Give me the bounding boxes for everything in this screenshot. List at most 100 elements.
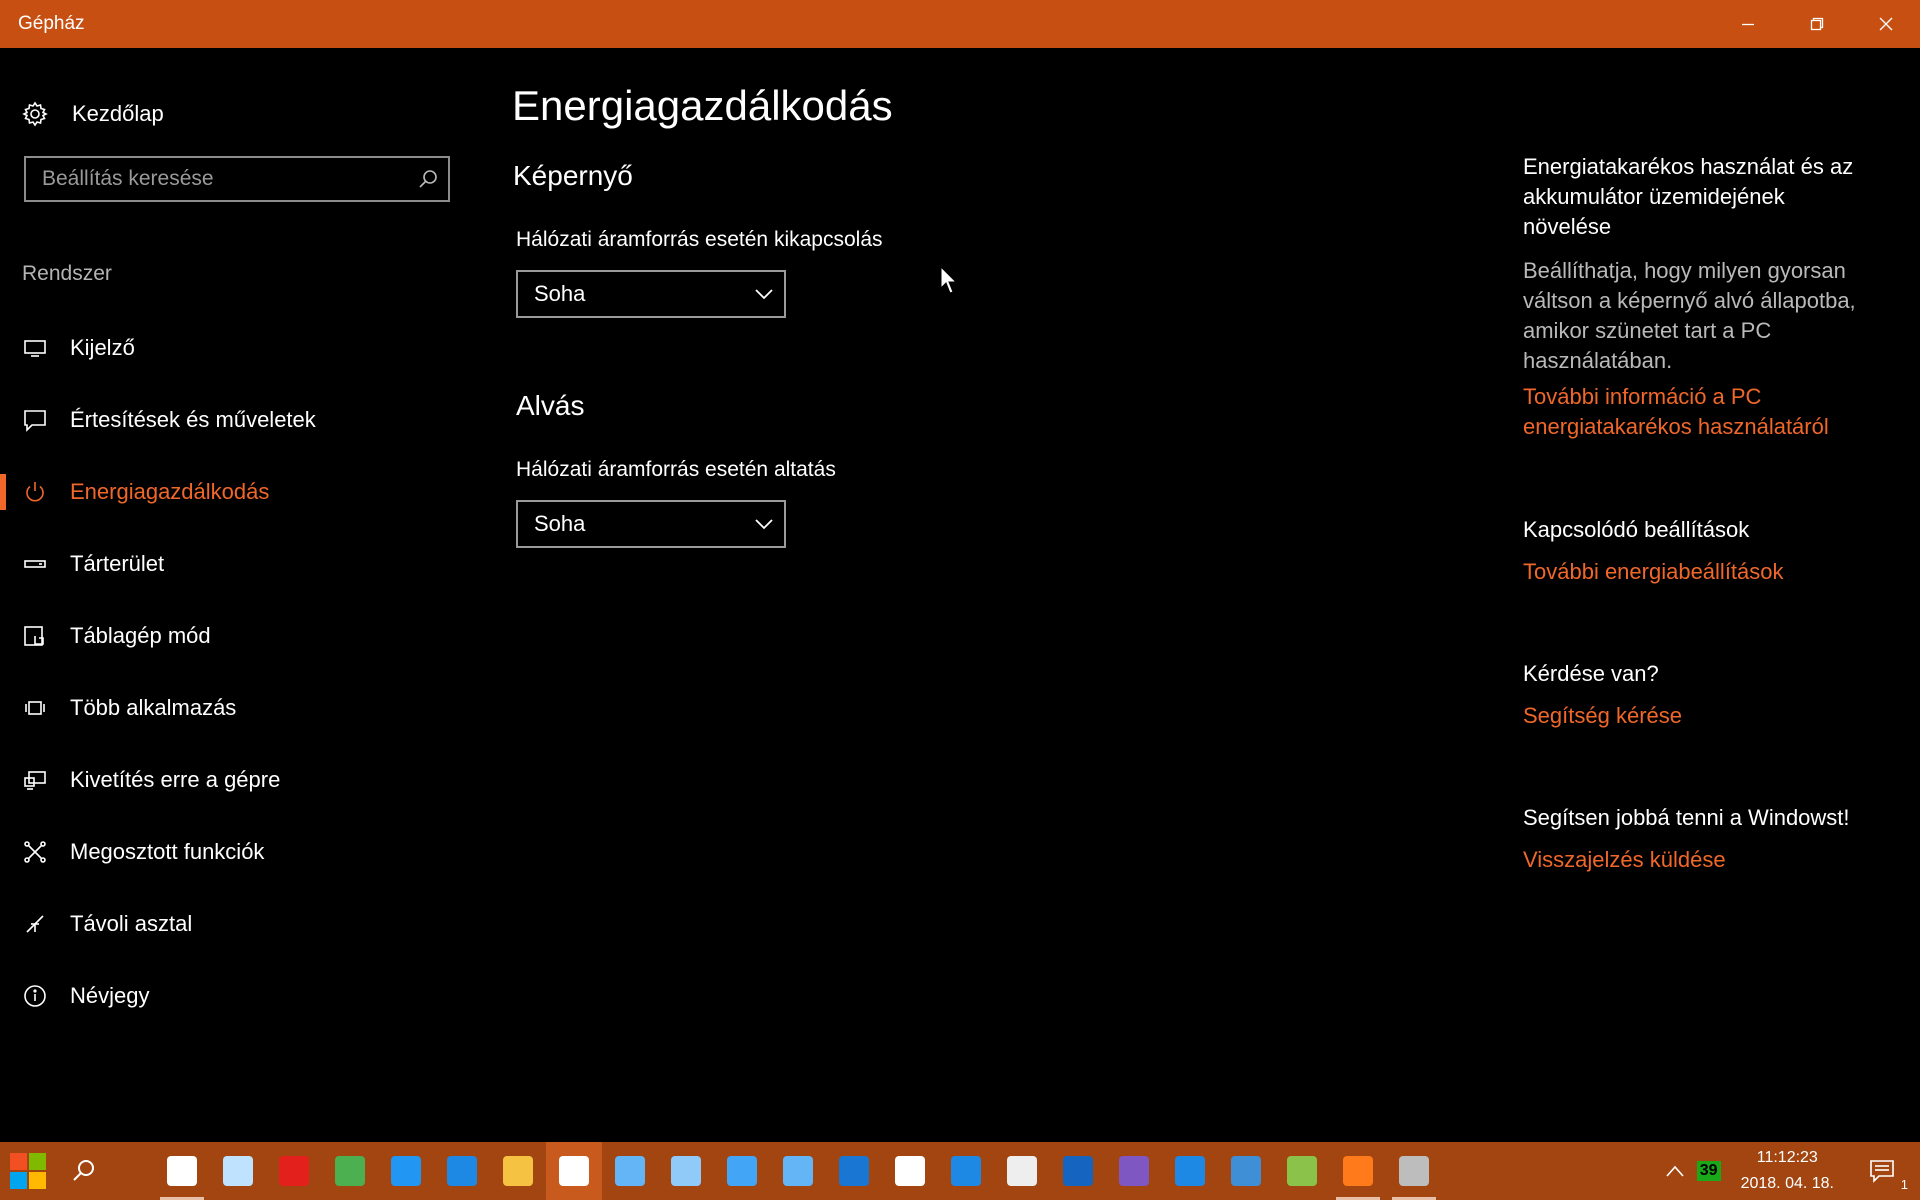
search-icon[interactable] xyxy=(408,169,448,189)
show-desktop-button[interactable] xyxy=(1916,1142,1920,1200)
taskbar-app-button[interactable] xyxy=(826,1142,882,1200)
tray-overflow-button[interactable] xyxy=(1659,1142,1691,1200)
sidebar-item-storage[interactable]: Tárterület xyxy=(0,528,480,600)
tip-link[interactable]: További információ a PC energiatakarékos… xyxy=(1523,382,1878,442)
restore-button[interactable] xyxy=(1782,0,1851,48)
search-box xyxy=(24,156,450,202)
sidebar-item-multitasking[interactable]: Több alkalmazás xyxy=(0,672,480,744)
disk-utility-icon xyxy=(1399,1156,1429,1186)
screen-timeout-dropdown[interactable]: Soha xyxy=(516,270,786,318)
server-rack-icon xyxy=(1063,1156,1093,1186)
system-tray: 39 11:12:23 2018. 04. 18. 1 xyxy=(1659,1142,1920,1200)
temperature-badge: 39 xyxy=(1696,1161,1721,1181)
sidebar-item-remote-desktop[interactable]: Távoli asztal xyxy=(0,888,480,960)
taskbar-app-button[interactable] xyxy=(770,1142,826,1200)
sidebar-item-label: Névjegy xyxy=(70,983,150,1008)
minimize-icon xyxy=(1741,23,1754,26)
search-input[interactable] xyxy=(26,166,408,192)
sidebar-item-label: Energiagazdálkodás xyxy=(70,479,270,504)
sidebar-item-notifications[interactable]: Értesítések és műveletek xyxy=(0,384,480,456)
fox-mask-icon xyxy=(895,1156,925,1186)
sleep-timeout-label: Hálózati áramforrás esetén altatás xyxy=(516,458,836,481)
sidebar-item-power[interactable]: Energiagazdálkodás xyxy=(0,456,480,528)
sidebar-item-label: Több alkalmazás xyxy=(70,695,237,720)
storage-icon xyxy=(22,551,48,577)
taskbar-app-button[interactable] xyxy=(266,1142,322,1200)
sidebar-item-label: Kijelző xyxy=(70,335,135,360)
chevron-down-icon xyxy=(744,518,784,530)
minimize-button[interactable] xyxy=(1713,0,1782,48)
taskbar-app-button[interactable] xyxy=(434,1142,490,1200)
sidebar-item-about[interactable]: Névjegy xyxy=(0,960,480,1032)
taskbar-app-button[interactable] xyxy=(322,1142,378,1200)
computer-icon xyxy=(783,1156,813,1186)
taskbar-app-button[interactable] xyxy=(210,1142,266,1200)
sleep-timeout-value: Soha xyxy=(534,511,586,536)
taskbar-search-button[interactable] xyxy=(56,1142,112,1200)
send-feedback-link[interactable]: Visszajelzés küldése xyxy=(1523,845,1878,875)
chevron-down-icon xyxy=(744,288,784,300)
network-icon xyxy=(671,1156,701,1186)
sidebar-item-tablet-mode[interactable]: Táblagép mód xyxy=(0,600,480,672)
more-power-settings-link[interactable]: További energiabeállítások xyxy=(1523,557,1878,587)
sidebar-item-label: Megosztott funkciók xyxy=(70,839,265,864)
acrobat-icon xyxy=(279,1156,309,1186)
sleep-timeout-dropdown[interactable]: Soha xyxy=(516,500,786,548)
sidebar-item-projecting[interactable]: Kivetítés erre a gépre xyxy=(0,744,480,816)
taskbar-app-button[interactable] xyxy=(602,1142,658,1200)
notification-count: 1 xyxy=(1900,1177,1908,1192)
settings-gear-icon xyxy=(559,1156,589,1186)
taskbar-app-button[interactable] xyxy=(714,1142,770,1200)
green-globe-icon xyxy=(335,1156,365,1186)
screen-section-heading: Képernyő xyxy=(513,160,633,191)
projecting-icon xyxy=(22,767,48,793)
sidebar-item-display[interactable]: Kijelző xyxy=(0,312,480,384)
taskbar-app-button[interactable] xyxy=(658,1142,714,1200)
monitor-icon xyxy=(22,335,48,361)
taskbar-app-button[interactable] xyxy=(154,1142,210,1200)
feedback-heading: Segítsen jobbá tenni a Windowst! xyxy=(1523,805,1850,830)
chevron-up-icon xyxy=(1666,1165,1684,1177)
restore-icon xyxy=(1810,17,1823,31)
taskbar-app-button[interactable] xyxy=(1162,1142,1218,1200)
taskbar-app-button[interactable] xyxy=(1050,1142,1106,1200)
sidebar-item-label: Tárterület xyxy=(70,551,165,576)
sidebar-item-label: Értesítések és műveletek xyxy=(70,407,316,432)
remote-computer-icon xyxy=(839,1156,869,1186)
taskbar-app-button[interactable] xyxy=(994,1142,1050,1200)
taskbar-app-button[interactable] xyxy=(378,1142,434,1200)
home-label: Kezdőlap xyxy=(72,101,164,126)
taskbar-app-button[interactable] xyxy=(1386,1142,1442,1200)
get-help-link[interactable]: Segítség kérése xyxy=(1523,701,1878,731)
taskbar-apps xyxy=(154,1142,1442,1200)
close-button[interactable] xyxy=(1851,0,1920,48)
firefox-icon xyxy=(1343,1156,1373,1186)
sleep-section-heading: Alvás xyxy=(516,390,585,421)
home-link[interactable]: Kezdőlap xyxy=(22,94,164,134)
taskbar-app-button[interactable] xyxy=(1106,1142,1162,1200)
action-center-icon xyxy=(1870,1160,1894,1183)
sidebar-item-shared[interactable]: Megosztott funkciók xyxy=(0,816,480,888)
sidebar: Kezdőlap Rendszer Kijelző Értesítések és… xyxy=(0,48,480,1142)
edge-icon xyxy=(447,1156,477,1186)
clock-time: 11:12:23 xyxy=(1756,1149,1818,1166)
start-button[interactable] xyxy=(0,1142,56,1200)
film-icon xyxy=(1007,1156,1037,1186)
taskbar-app-button[interactable] xyxy=(938,1142,994,1200)
taskbar-app-button[interactable] xyxy=(1274,1142,1330,1200)
taskbar-app-button[interactable] xyxy=(882,1142,938,1200)
taskbar-app-button[interactable] xyxy=(1330,1142,1386,1200)
window-title: Gépház xyxy=(18,13,85,34)
tray-temperature-badge[interactable]: 39 xyxy=(1691,1142,1727,1200)
taskbar-app-button[interactable] xyxy=(546,1142,602,1200)
nav-list: Kijelző Értesítések és műveletek Energia… xyxy=(0,312,480,1032)
related-heading: Kapcsolódó beállítások xyxy=(1523,517,1750,542)
taskbar-app-button[interactable] xyxy=(1218,1142,1274,1200)
sticky-notes-icon xyxy=(167,1156,197,1186)
action-center-button[interactable]: 1 xyxy=(1848,1142,1916,1200)
taskbar-clock[interactable]: 11:12:23 2018. 04. 18. xyxy=(1727,1145,1848,1197)
sync-icon xyxy=(951,1156,981,1186)
page-title: Energiagazdálkodás xyxy=(512,82,893,129)
question-heading: Kérdése van? xyxy=(1523,661,1659,686)
taskbar-app-button[interactable] xyxy=(490,1142,546,1200)
